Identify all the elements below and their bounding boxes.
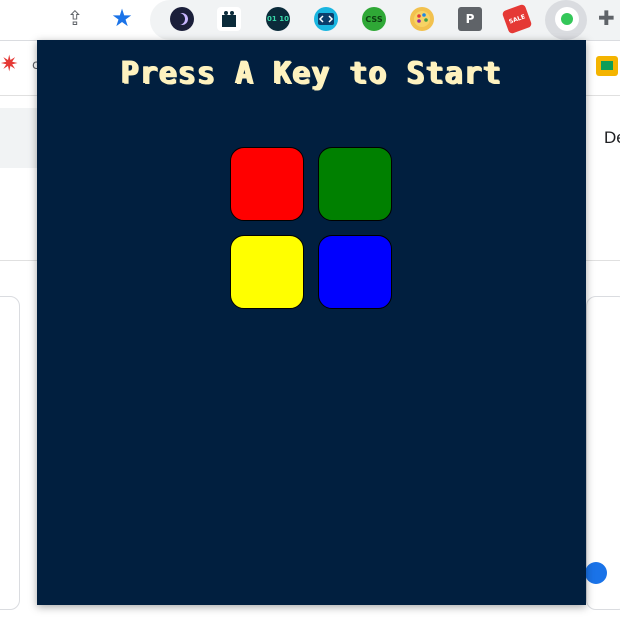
bookmark-star-icon[interactable]: ★ — [109, 4, 135, 32]
extensions-puzzle-icon[interactable]: ✚ — [598, 6, 615, 30]
css-extension-icon[interactable]: CSS — [362, 7, 386, 31]
simon-game-extension-icon[interactable] — [555, 7, 579, 31]
yellow-pad[interactable] — [230, 235, 304, 309]
moon-extension-icon[interactable] — [170, 7, 194, 31]
browser-toolbar: ⇪ ★ 01 10 CSS P SALE ✚ — [0, 0, 620, 41]
bookmark-favicon-icon[interactable]: ✷ — [0, 52, 18, 77]
code-extension-icon[interactable] — [314, 7, 338, 31]
p-extension-icon[interactable]: P — [458, 7, 482, 31]
shopping-bag-extension-icon[interactable] — [217, 7, 241, 31]
page-card-left — [0, 296, 20, 610]
page-text-fragment: De — [604, 128, 620, 147]
binary-extension-icon[interactable]: 01 10 — [266, 7, 290, 31]
palette-extension-icon[interactable] — [410, 7, 434, 31]
red-pad[interactable] — [230, 147, 304, 221]
classroom-bookmark-icon[interactable] — [596, 56, 618, 76]
simon-game-popup: Press A Key to Start — [37, 40, 586, 605]
page-sidebar-fragment — [0, 108, 37, 168]
floating-action-button[interactable] — [585, 562, 607, 584]
game-title: Press A Key to Start — [120, 56, 503, 91]
blue-pad[interactable] — [318, 235, 392, 309]
green-pad[interactable] — [318, 147, 392, 221]
share-icon[interactable]: ⇪ — [62, 5, 88, 31]
